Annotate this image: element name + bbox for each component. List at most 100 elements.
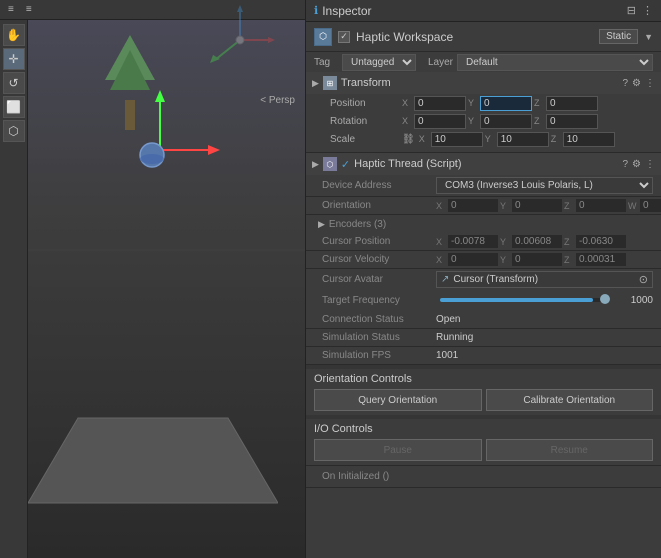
cursor-avatar-select-btn[interactable]: ⊙ <box>639 273 648 286</box>
connection-status-value: Open <box>436 314 460 325</box>
transform-name: Transform <box>341 77 615 89</box>
rot-x-label: X <box>402 116 412 126</box>
scale-x-input[interactable] <box>431 132 483 147</box>
tag-select[interactable]: Untagged <box>342 54 416 71</box>
inspector-lock-icon[interactable]: ⊟ <box>627 4 636 17</box>
haptic-thread-header[interactable]: ▶ ⬡ ✓ Haptic Thread (Script) ? ⚙ ⋮ <box>306 153 661 175</box>
scale-link-icon: ⛓ <box>402 134 415 145</box>
query-orientation-button[interactable]: Query Orientation <box>314 389 482 411</box>
cursor-avatar-type-icon: ↗ <box>441 274 449 285</box>
inspector-panel: ℹ Inspector ⊟ ⋮ ⬡ ✓ Haptic Workspace Sta… <box>305 0 661 558</box>
scale-z-input[interactable] <box>563 132 615 147</box>
haptic-thread-settings-icon[interactable]: ⚙ <box>632 159 641 170</box>
sidebar-scale-icon[interactable]: ⬜ <box>3 96 25 118</box>
sidebar-rect-icon[interactable]: ⬡ <box>3 120 25 142</box>
orientation-row: Orientation X Y Z W <box>306 197 661 215</box>
gameobject-active-checkbox[interactable]: ✓ <box>338 31 350 43</box>
scale-label: Scale <box>330 134 400 145</box>
tag-label: Tag <box>314 57 338 68</box>
haptic-thread-icon: ⬡ <box>323 157 337 171</box>
rot-z-input[interactable] <box>546 114 598 129</box>
simulation-status-row: Simulation Status Running <box>306 329 661 347</box>
orient-y-label: Y <box>500 201 510 211</box>
sidebar-hand-icon[interactable]: ✋ <box>3 24 25 46</box>
gameobject-name[interactable]: Haptic Workspace <box>356 30 593 44</box>
transform-menu-icon[interactable]: ⋮ <box>645 78 655 89</box>
orient-x-label: X <box>436 201 446 211</box>
static-dropdown-icon[interactable]: ▼ <box>644 32 653 42</box>
pos-x-label: X <box>402 98 412 108</box>
pause-button[interactable]: Pause <box>314 439 482 461</box>
rot-x-input[interactable] <box>414 114 466 129</box>
haptic-thread-name: Haptic Thread (Script) <box>354 158 614 170</box>
frequency-slider-thumb[interactable] <box>600 294 610 304</box>
rotation-label: Rotation <box>330 116 400 127</box>
orientation-buttons: Query Orientation Calibrate Orientation <box>314 389 653 411</box>
orientation-label: Orientation <box>322 200 432 211</box>
cursor-pos-x-input <box>448 235 498 248</box>
transform-component: ▶ ⊞ Transform ? ⚙ ⋮ Position X Y Z Rotat… <box>306 72 661 153</box>
transform-header[interactable]: ▶ ⊞ Transform ? ⚙ ⋮ <box>306 72 661 94</box>
static-badge[interactable]: Static <box>599 29 638 44</box>
pos-z-input[interactable] <box>546 96 598 111</box>
simulation-fps-value: 1001 <box>436 350 458 361</box>
gameobject-icon: ⬡ <box>314 28 332 46</box>
haptic-thread-checkbox[interactable]: ✓ <box>341 158 350 171</box>
encoders-row: ▶ Encoders (3) <box>306 215 661 233</box>
calibrate-orientation-button[interactable]: Calibrate Orientation <box>486 389 654 411</box>
scale-y-input[interactable] <box>497 132 549 147</box>
cursor-pos-y-input <box>512 235 562 248</box>
orient-z-input <box>576 199 626 212</box>
on-initialized-label: On Initialized () <box>322 471 389 482</box>
transform-help-icon[interactable]: ? <box>622 78 628 89</box>
haptic-thread-component: ▶ ⬡ ✓ Haptic Thread (Script) ? ⚙ ⋮ Devic… <box>306 153 661 488</box>
rotation-row: Rotation X Y Z <box>306 112 661 130</box>
frequency-slider-track[interactable] <box>440 298 610 302</box>
encoders-arrow-icon[interactable]: ▶ <box>318 219 325 230</box>
position-label: Position <box>330 98 400 109</box>
cursor-avatar-field[interactable]: ↗ Cursor (Transform) ⊙ <box>436 271 653 288</box>
haptic-thread-help-icon[interactable]: ? <box>622 159 628 170</box>
device-address-select[interactable]: COM3 (Inverse3 Louis Polaris, L) <box>436 177 653 194</box>
pos-y-label: Y <box>468 98 478 108</box>
haptic-thread-menu-icon[interactable]: ⋮ <box>645 159 655 170</box>
orient-w-input <box>640 199 661 212</box>
layer-label: Layer <box>428 57 453 68</box>
target-frequency-row: Target Frequency 1000 <box>306 289 661 311</box>
cursor-position-row: Cursor Position X Y Z <box>306 233 661 251</box>
orientation-controls-section: Orientation Controls Query Orientation C… <box>306 369 661 415</box>
pos-x-input[interactable] <box>414 96 466 111</box>
layer-select[interactable]: Default <box>457 54 653 71</box>
rot-y-input[interactable] <box>480 114 532 129</box>
transform-icon: ⊞ <box>323 76 337 90</box>
resume-button[interactable]: Resume <box>486 439 654 461</box>
target-frequency-value: 1000 <box>618 295 653 306</box>
cursor-velocity-label: Cursor Velocity <box>322 254 432 265</box>
viewport-scene: < Persp <box>0 0 305 558</box>
scale-y-label: Y <box>485 134 495 144</box>
transform-settings-icon[interactable]: ⚙ <box>632 78 641 89</box>
device-address-row: Device Address COM3 (Inverse3 Louis Pola… <box>306 175 661 197</box>
cursor-vel-y-input <box>512 253 562 266</box>
device-address-label: Device Address <box>322 180 432 191</box>
cursor-velocity-row: Cursor Velocity X Y Z <box>306 251 661 269</box>
sidebar-move-icon[interactable]: ✛ <box>3 48 25 70</box>
scale-x-label: X <box>419 134 429 144</box>
transform-arrow-icon: ▶ <box>312 78 319 89</box>
inspector-menu-icon[interactable]: ⋮ <box>642 4 653 17</box>
sidebar-rotate-icon[interactable]: ↺ <box>3 72 25 94</box>
inspector-title: Inspector <box>322 4 371 18</box>
tag-layer-row: Tag Untagged Layer Default <box>306 52 661 72</box>
io-buttons: Pause Resume <box>314 439 653 461</box>
target-frequency-label: Target Frequency <box>322 295 432 306</box>
orientation-controls-label: Orientation Controls <box>314 373 653 385</box>
cursor-position-label: Cursor Position <box>322 236 432 247</box>
persp-label: < Persp <box>260 95 295 106</box>
scale-row: Scale ⛓ X Y Z <box>306 130 661 148</box>
viewport: ≡ ≡ < Persp <box>0 0 305 558</box>
frequency-slider-fill <box>440 298 593 302</box>
cursor-vel-x-input <box>448 253 498 266</box>
cursor-pos-z-label: Z <box>564 237 574 247</box>
pos-y-input[interactable] <box>480 96 532 111</box>
cursor-vel-y-label: Y <box>500 255 510 265</box>
